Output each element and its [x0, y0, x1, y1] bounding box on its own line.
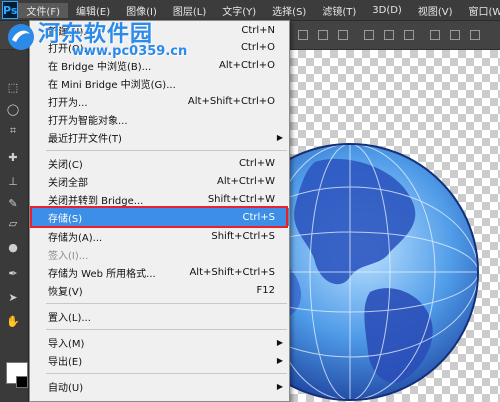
menu-item-revert[interactable]: 恢复(V) F12 [30, 281, 289, 299]
document-canvas[interactable] [290, 50, 500, 402]
menu-separator [46, 150, 287, 151]
watermark-logo-icon [8, 24, 34, 50]
menu-item-shortcut: Alt+Ctrl+O [219, 59, 275, 71]
menu-item-shortcut: Alt+Shift+Ctrl+O [187, 95, 275, 107]
menu-item-automate[interactable]: 自动(U) ▶ [30, 377, 289, 395]
menu-item-recent-files[interactable]: 最近打开文件(T) ▶ [30, 128, 289, 146]
menu-item-label: 在 Mini Bridge 中浏览(G)... [48, 79, 176, 91]
submenu-arrow-icon: ▶ [276, 381, 283, 391]
menu-item-export[interactable]: 导出(E) ▶ [30, 351, 289, 369]
history-brush-icon[interactable]: ✎ [4, 196, 22, 210]
eraser-icon[interactable]: ▱ [4, 216, 22, 230]
clone-stamp-icon[interactable]: ⊥ [4, 174, 22, 188]
menu-item-shortcut: Alt+Ctrl+W [217, 175, 275, 187]
distribute-top-icon[interactable] [364, 30, 374, 40]
menu-filter[interactable]: 滤镜(T) [314, 3, 364, 18]
tools-panel: ⬚ ◯ ⌗ ✚ ⊥ ✎ ▱ ● ✒ ➤ ✋ [0, 50, 29, 402]
menu-item-label: 导入(M) [48, 338, 85, 350]
menu-separator [46, 329, 287, 330]
menu-item-shortcut: Shift+Ctrl+S [211, 230, 275, 242]
crop-tool-icon[interactable]: ⌗ [4, 124, 22, 138]
background-color-swatch[interactable] [16, 376, 28, 388]
menu-item-shortcut: Ctrl+N [241, 24, 275, 36]
distribute-center-icon[interactable] [450, 30, 460, 40]
menu-item-label: 关闭全部 [48, 177, 88, 189]
menu-item-browse-mini-bridge[interactable]: 在 Mini Bridge 中浏览(G)... [30, 74, 289, 92]
menu-item-label: 置入(L)... [48, 312, 91, 324]
menu-item-label: 签入(I)... [48, 250, 89, 262]
menu-type[interactable]: 文字(Y) [214, 3, 264, 18]
healing-brush-icon[interactable]: ✚ [4, 150, 22, 164]
menu-item-label: 在 Bridge 中浏览(B)... [48, 61, 152, 73]
menu-item-place[interactable]: 置入(L)... [30, 307, 289, 325]
submenu-arrow-icon: ▶ [276, 355, 283, 365]
menu-item-shortcut: Ctrl+O [240, 41, 275, 53]
align-left-icon[interactable] [298, 30, 308, 40]
menu-item-close[interactable]: 关闭(C) Ctrl+W [30, 154, 289, 172]
menu-item-open-smart-object[interactable]: 打开为智能对象... [30, 110, 289, 128]
marquee-tool-icon[interactable]: ⬚ [4, 80, 22, 94]
blur-tool-icon[interactable]: ● [4, 240, 22, 254]
menu-item-save-for-web[interactable]: 存储为 Web 所用格式... Alt+Shift+Ctrl+S [30, 263, 289, 281]
distribute-right-icon[interactable] [470, 30, 480, 40]
menu-item-label: 自动(U) [48, 382, 84, 394]
menu-item-label: 打开为... [48, 97, 88, 109]
menu-item-label: 存储为 Web 所用格式... [48, 268, 156, 280]
photoshop-logo[interactable]: Ps [2, 1, 19, 19]
menu-item-shortcut: F12 [256, 284, 275, 296]
menu-item-import[interactable]: 导入(M) ▶ [30, 333, 289, 351]
submenu-arrow-icon: ▶ [276, 132, 283, 142]
menu-separator [46, 373, 287, 374]
menu-item-label: 关闭并转到 Bridge... [48, 195, 144, 207]
distribute-middle-icon[interactable] [384, 30, 394, 40]
align-center-icon[interactable] [318, 30, 328, 40]
menu-item-label: 存储为(A)... [48, 232, 103, 244]
menu-select[interactable]: 选择(S) [264, 3, 314, 18]
menu-item-open-as[interactable]: 打开为... Alt+Shift+Ctrl+O [30, 92, 289, 110]
menu-item-label: 导出(E) [48, 356, 83, 368]
menu-item-label: 打开为智能对象... [48, 115, 128, 127]
pen-tool-icon[interactable]: ✒ [4, 266, 22, 280]
distribute-bottom-icon[interactable] [404, 30, 414, 40]
menu-item-check-in[interactable]: 签入(I)... [30, 245, 289, 263]
lasso-tool-icon[interactable]: ◯ [4, 102, 22, 116]
menu-separator [46, 303, 287, 304]
menu-item-shortcut: Alt+Shift+Ctrl+S [189, 266, 275, 278]
menu-item-save-as[interactable]: 存储为(A)... Shift+Ctrl+S [30, 227, 289, 245]
path-selection-icon[interactable]: ➤ [4, 290, 22, 304]
align-right-icon[interactable] [338, 30, 348, 40]
menu-item-label: 关闭(C) [48, 159, 83, 171]
hand-tool-icon[interactable]: ✋ [4, 314, 22, 328]
menu-item-shortcut: Shift+Ctrl+W [207, 193, 275, 205]
submenu-arrow-icon: ▶ [276, 337, 283, 347]
highlight-annotation-box [30, 206, 288, 228]
menu-item-shortcut: Ctrl+W [238, 157, 275, 169]
menu-view[interactable]: 视图(V) [410, 3, 461, 18]
menu-layer[interactable]: 图层(L) [165, 3, 214, 18]
watermark-url: www.pc0359.cn [72, 44, 188, 59]
menu-item-label: 最近打开文件(T) [48, 133, 122, 145]
menu-3d[interactable]: 3D(D) [364, 5, 410, 16]
distribute-left-icon[interactable] [430, 30, 440, 40]
menu-item-label: 恢复(V) [48, 286, 83, 298]
globe-image [290, 143, 479, 401]
menu-window[interactable]: 窗口(W) [460, 3, 500, 18]
menu-item-close-all[interactable]: 关闭全部 Alt+Ctrl+W [30, 172, 289, 190]
